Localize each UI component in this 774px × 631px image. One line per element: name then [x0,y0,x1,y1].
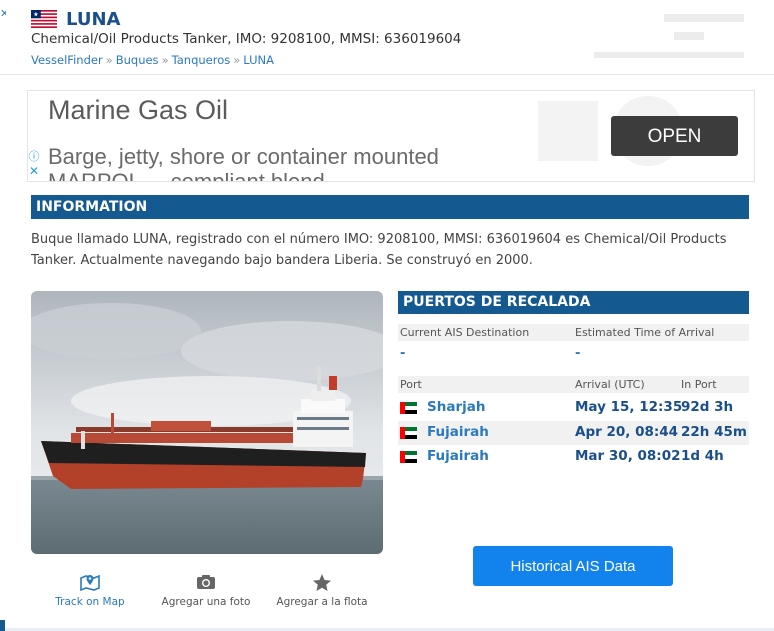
destination-column-header: Current AIS Destination [400,326,530,339]
port-row[interactable]: Sharjah May 15, 12:35 92d 3h [398,396,749,420]
information-text: Buque llamado LUNA, registrado con el nú… [31,232,727,268]
historical-ais-data-button[interactable]: Historical AIS Data [473,546,673,586]
left-edge-strip [0,620,5,631]
add-to-fleet-action[interactable]: Agregar a la flota [268,572,376,608]
breadcrumb: VesselFinder» Buques» Tanqueros» LUNA [31,53,274,67]
port-name-link[interactable]: Fujairah [427,448,489,464]
port-column-header: Port [400,378,422,391]
breadcrumb-separator: » [233,53,241,67]
star-icon [313,574,331,591]
map-pin-icon [80,574,100,592]
uae-flag-icon [400,402,417,414]
port-duration: 92d 3h [681,399,734,415]
port-duration: 1d 4h [681,448,724,464]
ad-open-button[interactable]: OPEN [611,116,738,156]
port-arrival: Mar 30, 08:02 [575,448,681,464]
vessel-name: LUNA [66,9,121,30]
port-row[interactable]: Fujairah Mar 30, 08:02 1d 4h [398,445,749,469]
liberia-flag-icon [31,10,57,28]
eta-column-header: Estimated Time of Arrival [575,326,715,339]
breadcrumb-separator: » [105,53,113,67]
header-divider [0,74,774,75]
ports-heading: PUERTOS DE RECALADA [398,291,749,314]
uae-flag-icon [400,427,417,439]
breadcrumb-vesselfinder[interactable]: VesselFinder [31,53,103,67]
port-duration: 22h 45m [681,424,747,440]
breadcrumb-buques[interactable]: Buques [116,53,159,67]
info-icon[interactable]: ⓘ [28,148,40,163]
ship-photo[interactable] [31,291,383,554]
port-arrival: Apr 20, 08:44 [575,424,679,440]
ad-title[interactable]: Marine Gas Oil [48,95,228,126]
port-row[interactable]: Fujairah Apr 20, 08:44 22h 45m [398,421,749,445]
close-icon[interactable]: ✕ [28,164,40,178]
add-to-fleet-label[interactable]: Agregar a la flota [276,596,367,608]
add-photo-label[interactable]: Agregar una foto [162,596,251,608]
faded-background-graphic [594,14,744,58]
information-heading: INFORMATION [31,195,749,219]
breadcrumb-tanqueros[interactable]: Tanqueros [172,53,231,67]
breadcrumb-separator: » [161,53,169,67]
arrival-column-header: Arrival (UTC) [575,378,645,391]
eta-value: - [575,346,581,361]
edge-close-icon[interactable]: ✕ [0,7,6,21]
vessel-subtitle: Chemical/Oil Products Tanker, IMO: 92081… [31,31,462,47]
port-name-link[interactable]: Sharjah [427,399,485,415]
port-arrival: May 15, 12:35 [575,399,683,415]
breadcrumb-luna[interactable]: LUNA [243,53,274,67]
ad-banner[interactable]: Marine Gas Oil Barge, jetty, shore or co… [27,90,755,182]
in-port-column-header: In Port [681,378,717,391]
port-name-link[interactable]: Fujairah [427,424,489,440]
camera-icon [197,575,215,589]
destination-value: - [400,346,406,361]
track-on-map-action[interactable]: Track on Map [50,572,130,608]
ad-subtitle[interactable]: Barge, jetty, shore or container mounted [48,144,439,170]
uae-flag-icon [400,451,417,463]
add-photo-action[interactable]: Agregar una foto [160,572,252,608]
ad-subtitle-cutoff: MARPOL ... compliant blend [48,169,325,182]
track-on-map-label[interactable]: Track on Map [55,596,124,608]
